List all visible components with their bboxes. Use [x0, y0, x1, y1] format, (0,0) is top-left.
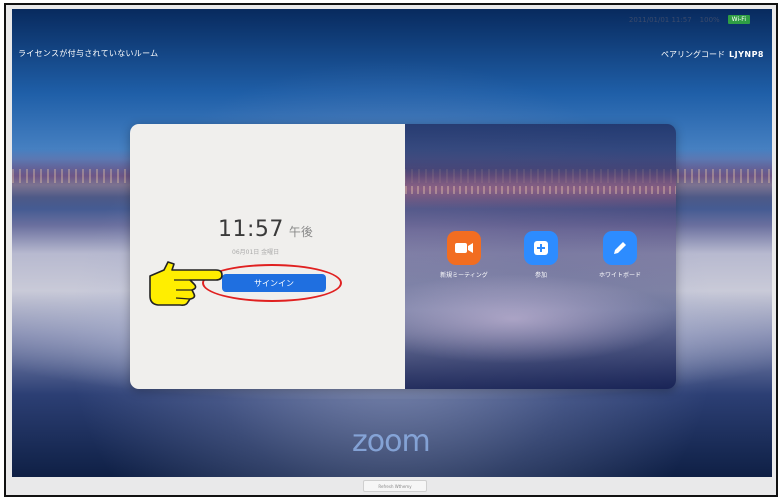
panel-city-lights	[405, 186, 676, 194]
clock: 11:57 午後	[218, 217, 313, 242]
refresh-button[interactable]: Refresh Wthemy	[363, 480, 427, 492]
clock-date: 06月01日 金曜日	[232, 249, 280, 256]
new-meeting-button[interactable]: 新規ミーティング	[434, 231, 494, 281]
device-frame: 2011/01/01 11:57 100% Wi-Fi ライセンスが付与されてい…	[4, 3, 778, 497]
new-meeting-label: 新規ミーティング	[440, 272, 488, 279]
clock-panel: 11:57 午後 06月01日 金曜日 サインイン	[130, 124, 405, 389]
battery-level: 100%	[699, 15, 720, 24]
video-camera-icon	[447, 231, 481, 265]
plus-icon	[524, 231, 558, 265]
status-datetime: 2011/01/01 11:57	[628, 15, 692, 24]
action-buttons: 新規ミーティング 参加 ホワイトボード	[434, 231, 664, 331]
home-card: 11:57 午後 06月01日 金曜日 サインイン 新規ミーティング 参加 ホワ…	[130, 124, 676, 389]
bottom-bar: Refresh Wthemy	[6, 477, 776, 495]
unlicensed-room-label: ライセンスが付与されていないルーム	[18, 49, 159, 58]
actions-panel: 新規ミーティング 参加 ホワイトボード	[405, 124, 676, 389]
wifi-badge: Wi-Fi	[727, 15, 750, 24]
join-label: 参加	[534, 272, 547, 279]
pointing-hand-icon	[149, 261, 223, 306]
join-button[interactable]: 参加	[511, 231, 571, 281]
pencil-icon	[603, 231, 637, 265]
pairing-code: ペアリングコード LJYNP8	[661, 49, 764, 60]
zoom-rooms-home-screen: 2011/01/01 11:57 100% Wi-Fi ライセンスが付与されてい…	[12, 9, 772, 479]
pairing-code-label: ペアリングコード	[661, 50, 725, 59]
clock-time: 11:57	[218, 217, 284, 242]
pairing-code-value: LJYNP8	[729, 50, 764, 59]
clock-ampm: 午後	[288, 225, 313, 239]
whiteboard-button[interactable]: ホワイトボード	[590, 231, 650, 281]
whiteboard-label: ホワイトボード	[598, 272, 641, 279]
zoom-logo: zoom	[352, 424, 431, 459]
status-bar: 2011/01/01 11:57 100% Wi-Fi	[629, 15, 750, 24]
